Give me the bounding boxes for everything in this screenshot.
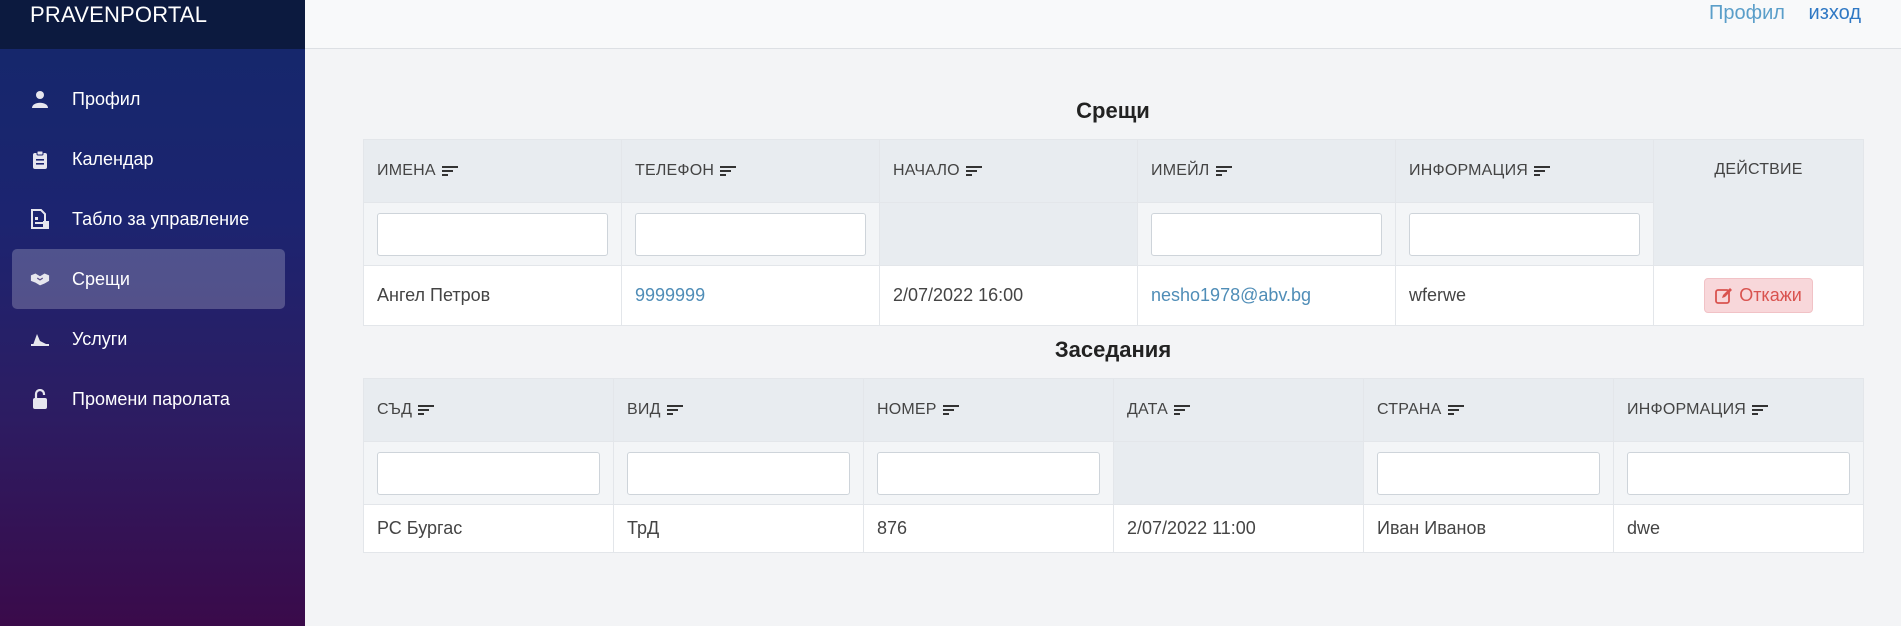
edit-icon — [1715, 287, 1733, 304]
top-bar: Профил изход — [305, 0, 1901, 49]
handshake-icon — [30, 269, 50, 289]
cell-phone-link[interactable]: 9999999 — [621, 265, 880, 326]
cell-court: РС Бургас — [363, 504, 614, 553]
column-header-action: ДЕЙСТВИЕ — [1653, 139, 1864, 266]
sidebar-item-label: Срещи — [72, 268, 130, 289]
filter-type-input[interactable] — [627, 451, 850, 495]
sidebar-item-label: Календар — [72, 148, 154, 169]
cell-party: Иван Иванов — [1363, 504, 1614, 553]
decline-button[interactable]: Откажи — [1704, 278, 1813, 313]
column-header-type[interactable]: ВИД — [613, 378, 864, 442]
sidebar-item-label: Табло за управление — [72, 208, 250, 229]
sidebar-item-change-password[interactable]: Промени паролата — [0, 369, 305, 429]
sort-icon[interactable] — [965, 165, 982, 177]
filter-email-input[interactable] — [1151, 212, 1382, 256]
user-icon — [30, 89, 50, 109]
brand-logo[interactable]: PRAVENPORTAL — [0, 0, 305, 49]
filter-party-input[interactable] — [1377, 451, 1600, 495]
filter-number-input[interactable] — [877, 451, 1100, 495]
table-row: РС Бургас ТрД 876 2/07/2022 11:00 Иван И… — [363, 504, 1864, 553]
sidebar-item-label: Услуги — [72, 328, 128, 349]
filter-row — [363, 441, 1864, 505]
sort-icon[interactable] — [666, 404, 683, 416]
sort-icon[interactable] — [1534, 165, 1551, 177]
filter-info-input[interactable] — [1409, 212, 1640, 256]
top-links: Профил изход — [1691, 2, 1861, 25]
sort-icon[interactable] — [1215, 165, 1232, 177]
column-header-email[interactable]: ИМЕЙЛ — [1137, 139, 1396, 203]
sidebar-item-profile[interactable]: Профил — [0, 69, 305, 129]
cell-name: Ангел Петров — [363, 265, 622, 326]
sort-icon[interactable] — [942, 404, 959, 416]
sort-icon[interactable] — [1447, 404, 1464, 416]
filter-court-input[interactable] — [377, 451, 600, 495]
column-header-date[interactable]: ДАТА — [1113, 378, 1364, 442]
sidebar: PRAVENPORTAL Профил Календар Табло за уп… — [0, 0, 305, 626]
filter-row — [363, 202, 1864, 266]
column-header-party[interactable]: СТРАНА — [1363, 378, 1614, 442]
logout-link[interactable]: изход — [1809, 2, 1861, 24]
clipboard-icon — [30, 149, 50, 169]
column-header-phone[interactable]: ТЕЛЕФОН — [621, 139, 880, 203]
meetings-title: Срещи — [1076, 98, 1150, 123]
sessions-title: Заседания — [1054, 337, 1172, 362]
column-header-info[interactable]: ИНФОРМАЦИЯ — [1613, 378, 1864, 442]
column-header-info[interactable]: ИНФОРМАЦИЯ — [1395, 139, 1654, 203]
filter-phone-input[interactable] — [635, 212, 866, 256]
cell-info: wferwe — [1395, 265, 1654, 326]
filter-names-input[interactable] — [377, 212, 608, 256]
column-header-names[interactable]: ИМЕНА — [363, 139, 622, 203]
sort-icon[interactable] — [441, 165, 458, 177]
sidebar-nav: Профил Календар Табло за управление Срещ… — [0, 49, 305, 429]
sidebar-item-calendar[interactable]: Календар — [0, 129, 305, 189]
sessions-table: СЪД ВИД НОМЕР ДАТА СТРАНА ИНФОРМАЦИЯ РС … — [363, 378, 1864, 553]
cell-email-link[interactable]: nesho1978@abv.bg — [1137, 265, 1396, 326]
cell-start: 2/07/2022 16:00 — [879, 265, 1138, 326]
cell-type: ТрД — [613, 504, 864, 553]
cell-number: 876 — [863, 504, 1114, 553]
cell-info: dwe — [1613, 504, 1864, 553]
sort-icon[interactable] — [1173, 404, 1190, 416]
meetings-table: ИМЕНА ТЕЛЕФОН НАЧАЛО ИМЕЙЛ ИНФОРМАЦИЯ ДЕ… — [363, 139, 1864, 326]
column-header-court[interactable]: СЪД — [363, 378, 614, 442]
sort-icon[interactable] — [720, 165, 737, 177]
sidebar-item-label: Промени паролата — [72, 388, 230, 409]
sidebar-item-services[interactable]: Услуги — [0, 309, 305, 369]
column-header-number[interactable]: НОМЕР — [863, 378, 1114, 442]
cell-date: 2/07/2022 11:00 — [1113, 504, 1364, 553]
table-row: Ангел Петров 9999999 2/07/2022 16:00 nes… — [363, 265, 1864, 326]
profile-link[interactable]: Профил — [1709, 2, 1785, 24]
dashboard-icon — [30, 209, 50, 229]
filter-info-input[interactable] — [1627, 451, 1850, 495]
unlock-icon — [30, 389, 50, 409]
column-header-start[interactable]: НАЧАЛО — [879, 139, 1138, 203]
table-header-row: ИМЕНА ТЕЛЕФОН НАЧАЛО ИМЕЙЛ ИНФОРМАЦИЯ ДЕ… — [363, 139, 1864, 266]
sidebar-item-dashboard[interactable]: Табло за управление — [0, 189, 305, 249]
sort-icon[interactable] — [418, 404, 435, 416]
table-header-row: СЪД ВИД НОМЕР ДАТА СТРАНА ИНФОРМАЦИЯ — [363, 378, 1864, 442]
sort-icon[interactable] — [1752, 404, 1769, 416]
sidebar-item-meetings[interactable]: Срещи — [12, 249, 285, 309]
services-icon — [30, 329, 50, 349]
sidebar-item-label: Профил — [72, 88, 141, 109]
